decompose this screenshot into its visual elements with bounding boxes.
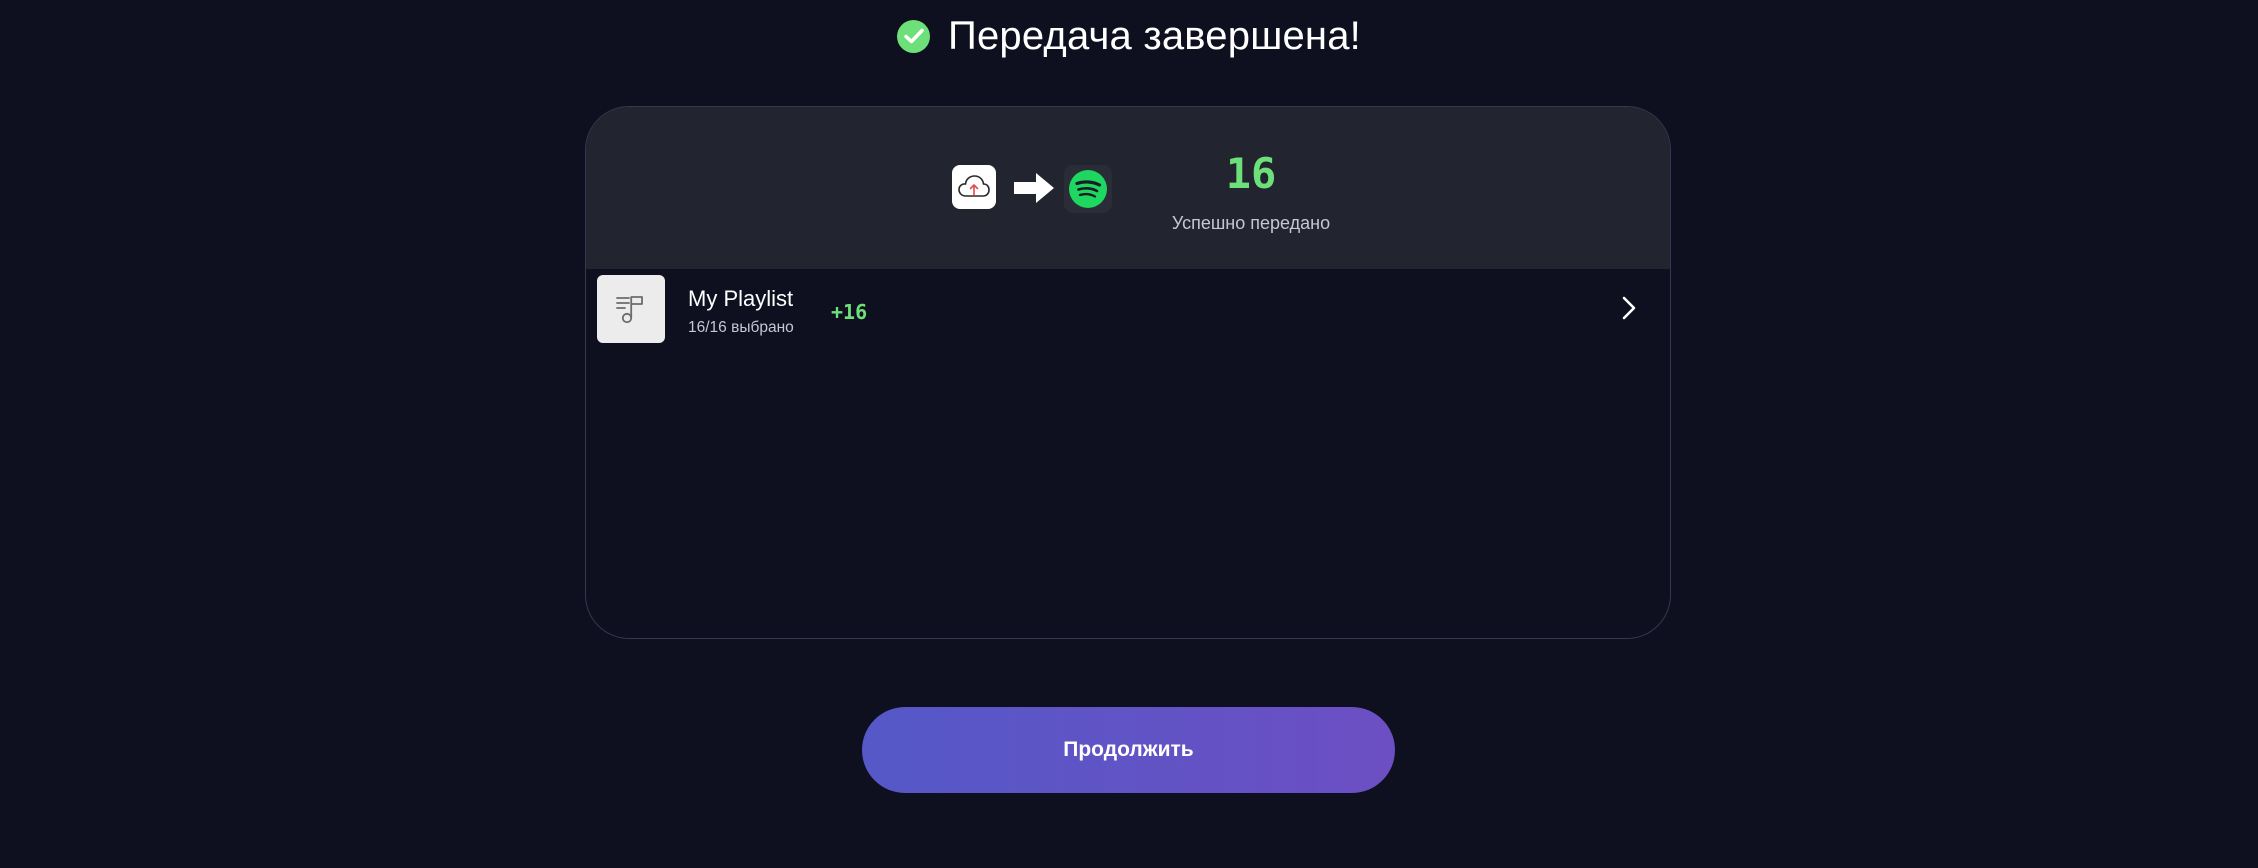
page-header: Передача завершена! [0, 8, 2258, 64]
transfer-complete-page: Передача завершена! 16 Успешно передано … [0, 0, 2258, 868]
transfer-summary-card: 16 Успешно передано My Playlist 16/16 вы… [585, 106, 1671, 639]
page-title: Передача завершена! [948, 13, 1361, 58]
playlist-added-badge: +16 [831, 300, 868, 324]
playlist-row[interactable]: My Playlist 16/16 выбрано +16 [586, 269, 1669, 347]
arrow-right-icon [1012, 171, 1056, 205]
playlist-name: My Playlist [688, 286, 794, 311]
transferred-count: 16 [1225, 149, 1277, 198]
cloud-upload-icon [952, 165, 996, 209]
transferred-count-label: Успешно передано [1171, 213, 1331, 233]
chevron-right-icon[interactable] [1619, 295, 1639, 321]
check-circle-icon [897, 19, 930, 53]
playlist-selected-count: 16/16 выбрано [688, 319, 794, 336]
transfer-summary-header: 16 Успешно передано [586, 107, 1670, 269]
continue-button[interactable]: Продолжить [862, 707, 1395, 793]
spotify-icon [1064, 165, 1112, 213]
music-playlist-icon [597, 275, 665, 343]
